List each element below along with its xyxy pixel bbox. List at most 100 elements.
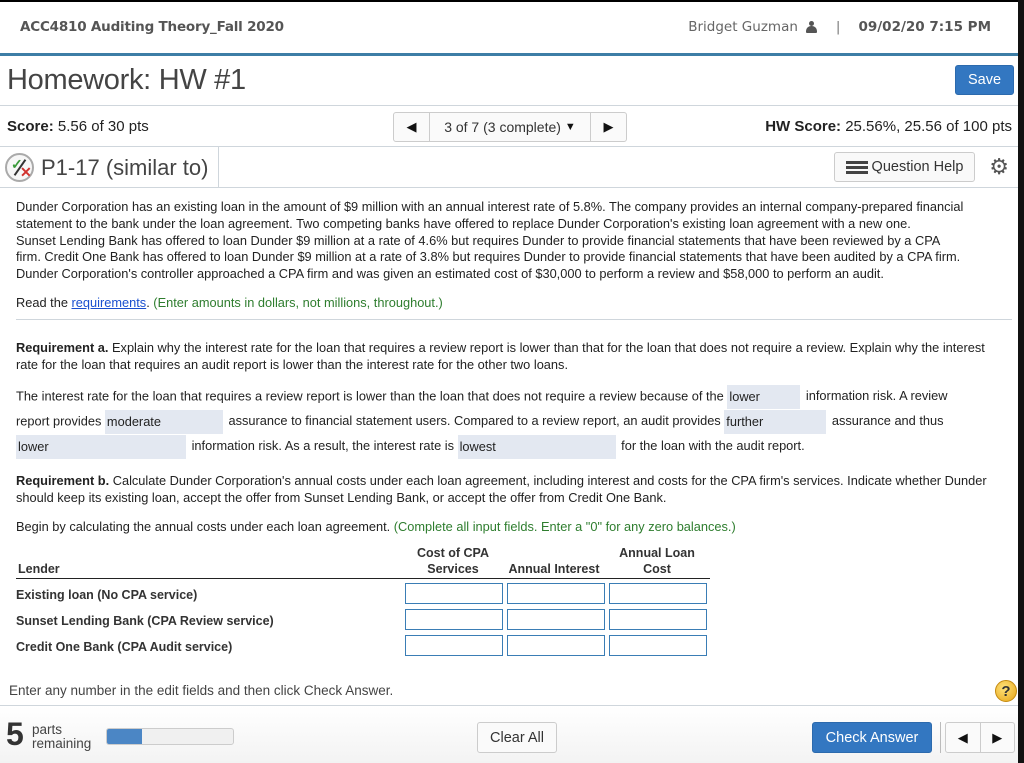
hw-score-value: 25.56%, 25.56 of 100 pts — [845, 118, 1012, 135]
hint-text: Enter any number in the edit fields and … — [9, 683, 394, 698]
lender-label: Credit One Bank (CPA Audit service) — [16, 640, 233, 654]
sentence-text: information risk. As a result, the inter… — [191, 438, 455, 454]
requirements-link[interactable]: requirements — [72, 295, 147, 310]
top-bar: ACC4810 Auditing Theory_Fall 2020 Bridge… — [0, 0, 1024, 54]
user-area: Bridget Guzman | 09/02/20 7:15 PM — [688, 19, 991, 35]
header-cpa-line1: Cost of CPA — [417, 546, 489, 560]
section-divider — [16, 319, 1012, 320]
footer-bar: 5 parts remaining Clear All Check Answer… — [0, 706, 1018, 763]
triangle-left-icon: ◀ — [957, 729, 968, 745]
score: Score: 5.56 of 30 pts — [7, 118, 149, 135]
dropdown-information-risk[interactable]: lower — [727, 385, 801, 409]
interest-input[interactable] — [507, 635, 605, 656]
divider — [940, 722, 941, 753]
requirement-a-text: Explain why the interest rate for the lo… — [16, 340, 985, 372]
table-header: Lender Cost of CPA Services Annual Inter… — [16, 544, 710, 579]
requirement-a-label: Requirement a. — [16, 340, 109, 355]
sentence-text: assurance to financial statement users. … — [228, 413, 721, 429]
dropdown-interest-rate[interactable]: lowest — [457, 435, 616, 459]
problem-line: statement to the bank under the loan agr… — [16, 215, 911, 231]
requirement-b-label: Requirement b. — [16, 473, 110, 488]
save-button[interactable]: Save — [955, 65, 1014, 95]
question-title: P1-17 (similar to) — [41, 155, 209, 180]
read-requirements: Read the requirements. (Enter amounts in… — [16, 295, 443, 310]
gear-icon[interactable]: ⚙ — [989, 156, 1009, 178]
progress-fill — [107, 729, 143, 744]
parts-remaining-label: parts remaining — [32, 723, 91, 751]
part-navigator: ◀ ▶ — [945, 722, 1015, 753]
dropdown-audit-assurance[interactable]: further — [724, 410, 827, 434]
sentence-text: information risk. A review — [805, 388, 948, 404]
homework-header: Homework: HW #1 Save — [0, 56, 1024, 106]
divider — [218, 147, 219, 187]
problem-line: Sunset Lending Bank has offered to loan … — [16, 232, 941, 248]
loan-cost-input[interactable] — [609, 609, 707, 630]
fill-line-1: The interest rate for the loan that requ… — [16, 385, 947, 409]
read-prefix: Read the — [16, 295, 72, 310]
cpa-cost-input[interactable] — [405, 609, 503, 630]
cpa-cost-input[interactable] — [405, 583, 503, 604]
user-name[interactable]: Bridget Guzman — [688, 19, 798, 35]
dropdown-audit-information-risk[interactable]: lower — [16, 435, 186, 459]
problem-statement: Dunder Corporation has an existing loan … — [16, 199, 1008, 283]
lender-label: Sunset Lending Bank (CPA Review service) — [16, 614, 274, 628]
amounts-note: (Enter amounts in dollars, not millions,… — [149, 295, 443, 310]
begin-text: Begin by calculating the annual costs un… — [16, 519, 391, 534]
list-icon — [845, 160, 868, 174]
sentence-text: assurance and thus — [831, 413, 944, 429]
loan-cost-input[interactable] — [609, 635, 707, 656]
sentence-text: for the loan with the audit report. — [621, 438, 805, 454]
check-answer-button[interactable]: Check Answer — [812, 722, 932, 753]
problem-line: Dunder Corporation's controller approach… — [16, 266, 884, 282]
sentence-text: report provides — [16, 413, 102, 429]
help-icon[interactable]: ? — [995, 680, 1017, 702]
partial-credit-icon: ✓ ✕ — [5, 153, 34, 182]
begin-instruction: Begin by calculating the annual costs un… — [16, 519, 736, 534]
interest-input[interactable] — [507, 609, 605, 630]
loan-cost-input[interactable] — [609, 583, 707, 604]
dropdown-review-assurance[interactable]: moderate — [104, 410, 223, 434]
question-navigator: ◀ 3 of 7 (3 complete) ▼ ▶ — [393, 112, 627, 142]
clear-all-button[interactable]: Clear All — [477, 722, 557, 753]
header-cpa-line2: Services — [427, 562, 479, 576]
score-value: 5.56 of 30 pts — [57, 118, 149, 135]
fill-line-3: lower information risk. As a result, the… — [16, 435, 805, 459]
parts-label-line2: remaining — [32, 736, 92, 751]
user-icon — [805, 21, 817, 33]
datetime: 09/02/20 7:15 PM — [858, 19, 991, 35]
hw-score: HW Score: 25.56%, 25.56 of 100 pts — [765, 118, 1012, 135]
header-loan-line1: Annual Loan — [619, 546, 695, 560]
course-title: ACC4810 Auditing Theory_Fall 2020 — [20, 19, 284, 35]
progress-bar — [106, 728, 234, 745]
parts-remaining-count: 5 — [6, 716, 24, 752]
requirement-b-text: Calculate Dunder Corporation's annual co… — [16, 473, 987, 505]
header-lender: Lender — [18, 562, 60, 576]
cpa-cost-input[interactable] — [405, 635, 503, 656]
header-interest: Annual Interest — [508, 562, 600, 576]
score-row: Score: 5.56 of 30 pts ◀ 3 of 7 (3 comple… — [0, 106, 1024, 147]
next-question-button[interactable]: ▶ — [590, 113, 626, 141]
previous-question-button[interactable]: ◀ — [394, 113, 430, 141]
separator: | — [835, 19, 841, 35]
sentence-text: The interest rate for the loan that requ… — [16, 388, 724, 404]
problem-line: firm. Credit One Bank has offered to loa… — [16, 249, 961, 265]
triangle-right-icon: ▶ — [992, 729, 1003, 745]
lender-label: Existing loan (No CPA service) — [16, 588, 198, 602]
score-label: Score: — [7, 118, 54, 135]
hw-score-label: HW Score: — [765, 118, 842, 135]
triangle-left-icon: ◀ — [406, 119, 417, 134]
question-help-label: Question Help — [871, 159, 964, 175]
question-row: ✓ ✕ P1-17 (similar to) Question Help ⚙ — [0, 147, 1024, 188]
requirement-a: Requirement a. Explain why the interest … — [16, 340, 1008, 374]
next-part-button[interactable]: ▶ — [981, 723, 1015, 752]
interest-input[interactable] — [507, 583, 605, 604]
header-loan-line2: Cost — [643, 562, 671, 576]
question-help-button[interactable]: Question Help — [834, 152, 975, 182]
caret-down-icon: ▼ — [564, 121, 576, 133]
fill-line-2: report provides moderate assurance to fi… — [16, 410, 944, 434]
previous-part-button[interactable]: ◀ — [946, 723, 981, 752]
parts-label-line1: parts — [32, 722, 63, 737]
question-select[interactable]: 3 of 7 (3 complete) ▼ — [430, 113, 590, 141]
requirement-b: Requirement b. Calculate Dunder Corporat… — [16, 473, 1008, 507]
window-edge — [1018, 0, 1024, 763]
